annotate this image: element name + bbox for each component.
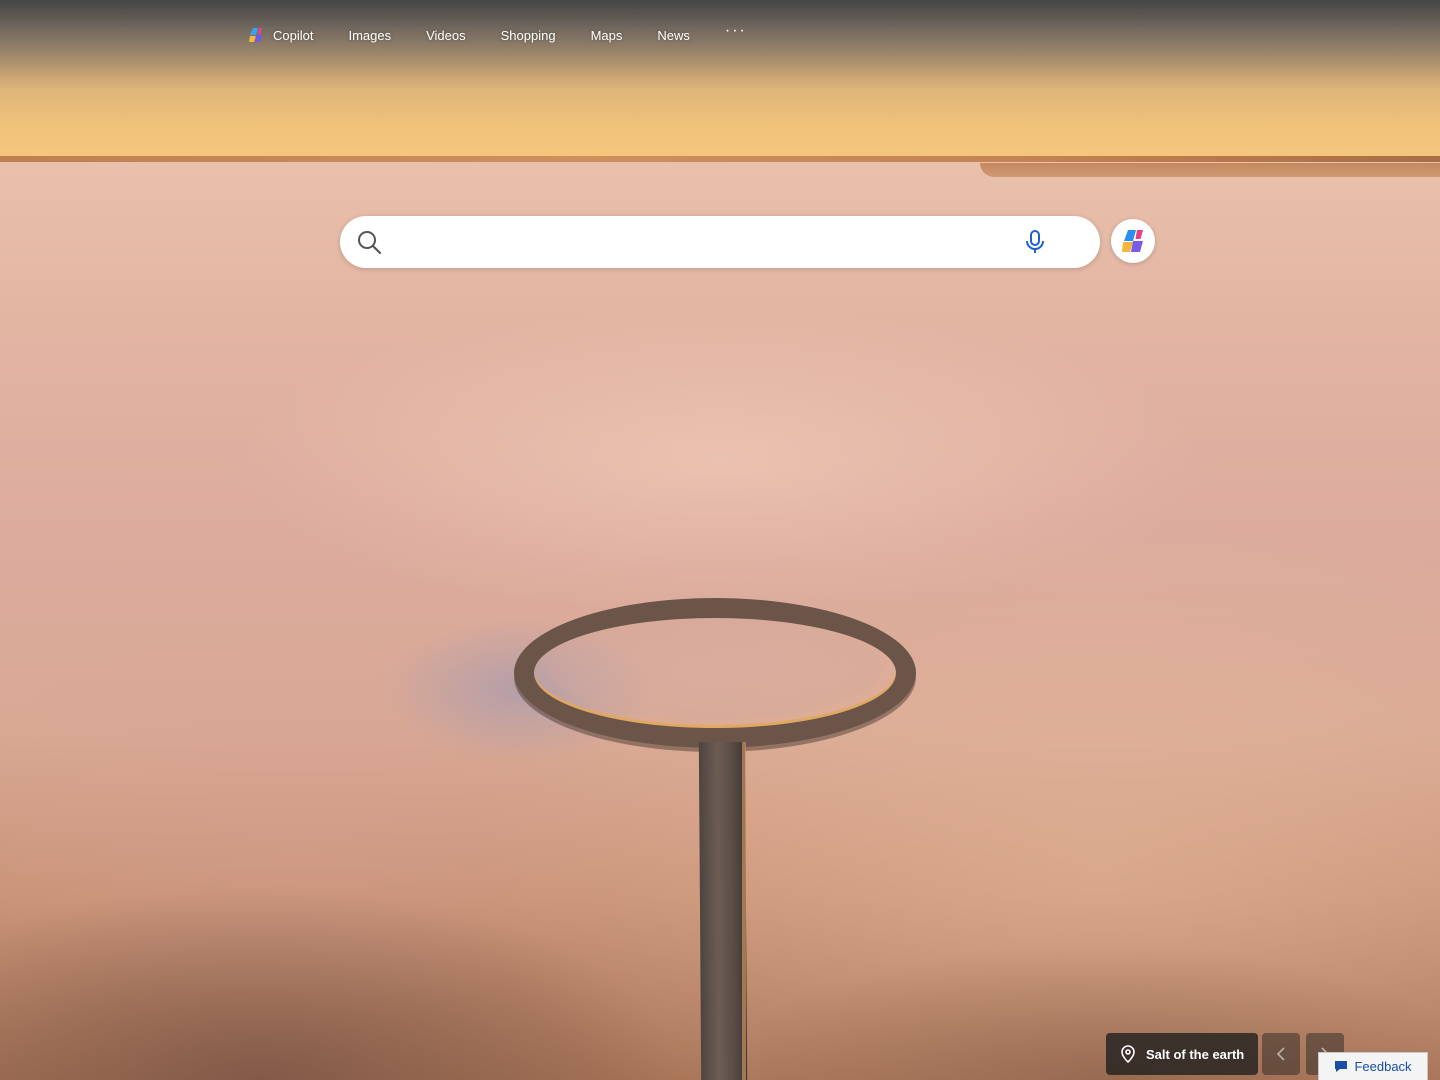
location-pin-icon xyxy=(1121,1045,1135,1063)
boardwalk-path xyxy=(698,742,748,1080)
background-horizon-shore xyxy=(980,163,1440,177)
feedback-icon xyxy=(1335,1061,1348,1072)
more-menu-button[interactable]: ··· xyxy=(725,22,747,40)
nav-item-label: Videos xyxy=(426,27,466,43)
nav-item-maps[interactable]: Maps xyxy=(591,28,623,43)
homepage-background: Copilot Images Videos Shopping Maps News… xyxy=(0,0,1440,1080)
nav-item-label: Maps xyxy=(590,27,623,43)
image-info-button[interactable]: Salt of the earth xyxy=(1106,1033,1258,1075)
background-horizon xyxy=(0,156,1440,162)
microphone-icon[interactable] xyxy=(1024,229,1046,255)
boardwalk-ring xyxy=(514,598,916,748)
copilot-icon xyxy=(1122,230,1143,252)
nav-item-label: Copilot xyxy=(273,27,314,43)
feedback-button[interactable]: Feedback xyxy=(1318,1052,1428,1080)
nav-item-copilot[interactable]: Copilot xyxy=(248,27,313,43)
feedback-label: Feedback xyxy=(1354,1059,1412,1074)
previous-image-button[interactable] xyxy=(1262,1033,1300,1075)
nav-item-label: News xyxy=(657,27,690,43)
nav-item-label: Images xyxy=(348,27,392,43)
copilot-icon xyxy=(249,28,262,42)
nav-item-images[interactable]: Images xyxy=(348,28,391,43)
chevron-left-icon xyxy=(1276,1047,1285,1061)
nav-item-shopping[interactable]: Shopping xyxy=(501,28,556,43)
background-shadow-left xyxy=(0,780,760,1080)
search-input[interactable] xyxy=(392,221,1024,263)
nav-item-news[interactable]: News xyxy=(657,28,690,43)
nav-item-videos[interactable]: Videos xyxy=(426,28,466,43)
boardwalk-path-edge xyxy=(742,742,746,1080)
search-box xyxy=(340,216,1100,268)
top-navigation: Copilot Images Videos Shopping Maps News… xyxy=(248,22,747,48)
copilot-button[interactable] xyxy=(1111,219,1155,263)
nav-item-label: Shopping xyxy=(500,27,556,43)
image-title: Salt of the earth xyxy=(1146,1046,1245,1062)
search-icon xyxy=(358,231,382,255)
